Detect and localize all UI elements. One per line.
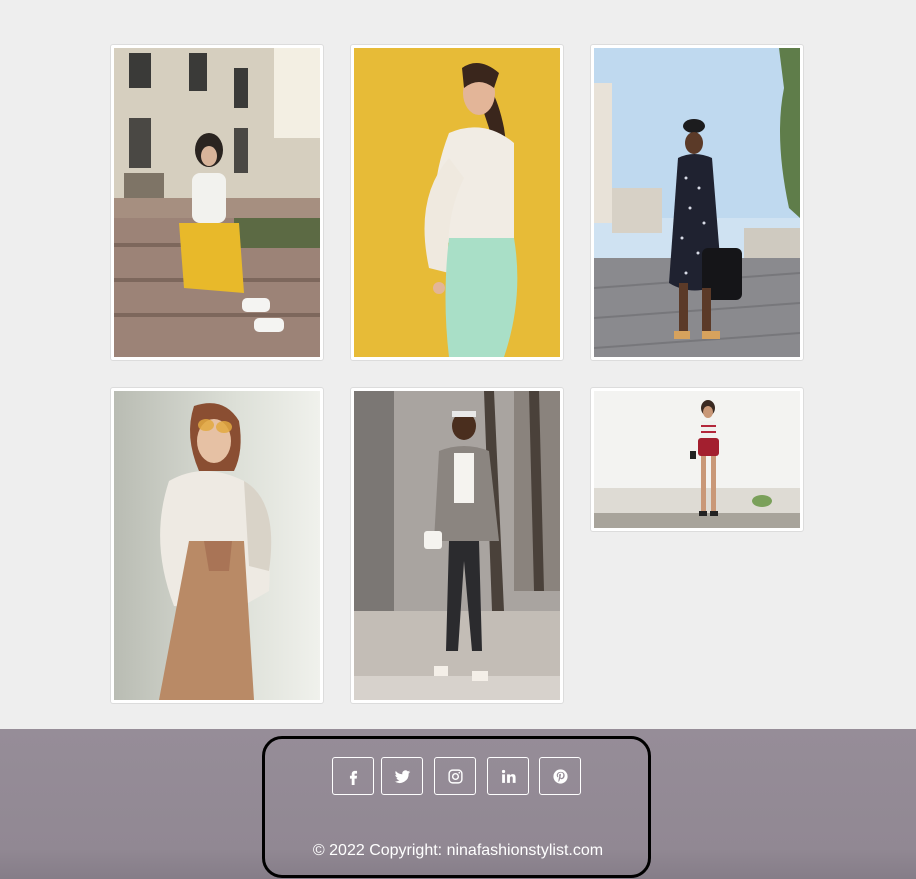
linkedin-button[interactable] (487, 757, 529, 795)
gallery-card[interactable] (110, 387, 324, 704)
facebook-icon (349, 770, 357, 785)
gallery-card[interactable] (590, 387, 804, 532)
copyright-text: © 2022 Copyright: ninafashionstylist.com (0, 842, 916, 860)
site-footer: © 2022 Copyright: ninafashionstylist.com (0, 729, 916, 879)
gallery-card[interactable] (590, 44, 804, 361)
gallery-card[interactable] (350, 44, 564, 361)
twitter-button[interactable] (381, 757, 423, 795)
pinterest-button[interactable] (539, 757, 581, 795)
photo-woman-red-shorts-white-wall[interactable] (594, 391, 800, 528)
photo-woman-sunglasses-white-shirt[interactable] (114, 391, 320, 700)
photo-woman-yellow-skirt-steps[interactable] (114, 48, 320, 357)
facebook-button[interactable] (332, 757, 374, 795)
linkedin-icon (501, 769, 516, 783)
instagram-button[interactable] (434, 757, 476, 795)
instagram-icon (447, 768, 463, 784)
pinterest-icon (552, 768, 568, 784)
copyright-link[interactable]: ninafashionstylist.com (447, 842, 604, 859)
copyright-prefix: © 2022 Copyright: (312, 842, 447, 859)
gallery-card[interactable] (110, 44, 324, 361)
photo-woman-polka-dot-dress[interactable] (594, 48, 800, 357)
gallery-card[interactable] (350, 387, 564, 704)
twitter-icon (394, 769, 410, 783)
photo-woman-lace-blouse-yellow-backdrop[interactable] (354, 48, 560, 357)
photo-gallery (0, 0, 916, 729)
photo-woman-plaid-blazer-street[interactable] (354, 391, 560, 700)
